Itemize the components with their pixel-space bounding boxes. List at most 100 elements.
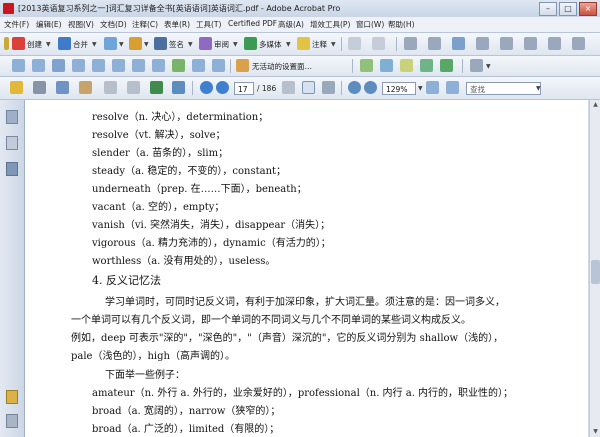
minimize-button[interactable]: – [539, 2, 557, 16]
email-icon[interactable] [56, 81, 69, 94]
menu-file[interactable]: 文件(F) [4, 19, 29, 30]
signatures-panel-icon[interactable] [6, 162, 18, 176]
menu-help[interactable]: 帮助(H) [388, 19, 415, 30]
scroll-up-icon[interactable]: ▲ [590, 100, 600, 110]
pages-panel-icon[interactable] [6, 110, 18, 124]
settings-panel-button[interactable]: 无活动的设置面… [252, 61, 312, 72]
paste-icon[interactable] [127, 81, 140, 94]
stamp-icon[interactable] [400, 59, 413, 72]
sign-pen-icon[interactable] [154, 37, 167, 50]
close-button[interactable]: × [579, 2, 597, 16]
select-text-icon[interactable] [282, 81, 295, 94]
open-folder-icon[interactable] [10, 81, 23, 94]
combo-field-icon[interactable] [92, 59, 105, 72]
scroll-down-icon[interactable]: ▼ [590, 427, 600, 437]
list-field-icon[interactable] [72, 59, 85, 72]
checkbox-field-icon[interactable] [32, 59, 45, 72]
menu-document[interactable]: 文档(D) [100, 19, 127, 30]
select-arrow-icon[interactable] [404, 37, 417, 50]
search-icon[interactable] [172, 81, 185, 94]
menu-forms[interactable]: 表单(R) [164, 19, 190, 30]
attachment-icon[interactable] [150, 81, 163, 94]
layer-icon[interactable] [420, 59, 433, 72]
multimedia-icon[interactable] [244, 37, 257, 50]
transform-icon[interactable] [452, 37, 465, 50]
menu-view[interactable]: 视图(V) [68, 19, 94, 30]
zoom-in-icon[interactable] [364, 81, 377, 94]
chevron-down-icon[interactable]: ▼ [536, 85, 541, 92]
attachments-panel-icon[interactable] [6, 414, 18, 428]
menu-comments[interactable]: 注释(C) [132, 19, 158, 30]
menu-edit[interactable]: 编辑(E) [36, 19, 62, 30]
copy-icon[interactable] [104, 81, 117, 94]
create-pdf-icon[interactable] [12, 37, 25, 50]
button-field-icon[interactable] [112, 59, 125, 72]
chevron-down-icon[interactable]: ▼ [92, 41, 97, 48]
vertical-scrollbar[interactable]: ▲ ▼ [589, 100, 600, 437]
maximize-button[interactable]: □ [559, 2, 577, 16]
chevron-down-icon[interactable]: ▼ [286, 41, 291, 48]
save-icon[interactable] [79, 81, 92, 94]
multimedia-button[interactable]: 多媒体 [259, 39, 282, 50]
chevron-down-icon[interactable]: ▼ [418, 85, 423, 92]
chevron-down-icon[interactable]: ▼ [144, 41, 149, 48]
vocab-entry: resolve（n. 决心），determination； [92, 112, 269, 123]
comments-panel-icon[interactable] [6, 390, 18, 404]
hand-tool-icon[interactable] [302, 81, 315, 94]
chevron-down-icon[interactable]: ▼ [46, 41, 51, 48]
bookmarks-panel-icon[interactable] [6, 136, 18, 150]
create-button[interactable]: 创建 [27, 39, 42, 50]
settings-panel-icon[interactable] [236, 59, 249, 72]
review-icon[interactable] [199, 37, 212, 50]
fit-page-icon[interactable] [426, 81, 439, 94]
scrollbar-thumb[interactable] [591, 260, 600, 284]
attach-icon[interactable] [380, 59, 393, 72]
preview-icon[interactable] [212, 59, 225, 72]
menu-certified-pdf[interactable]: Certified PDF [228, 19, 277, 28]
acrobat-app-icon [3, 3, 14, 14]
track-icon[interactable] [192, 59, 205, 72]
link-icon[interactable] [500, 37, 513, 50]
text-field-icon[interactable] [132, 59, 145, 72]
tools-icon[interactable] [440, 59, 453, 72]
chevron-down-icon[interactable]: ▼ [233, 41, 238, 48]
crop-icon[interactable] [476, 37, 489, 50]
signature-field-icon[interactable] [152, 59, 165, 72]
chevron-down-icon[interactable]: ▼ [331, 41, 336, 48]
touchup-icon[interactable] [524, 37, 537, 50]
zoom-tool-icon[interactable] [322, 81, 335, 94]
next-page-icon[interactable] [216, 81, 229, 94]
comment-button[interactable]: 注释 [312, 39, 327, 50]
chevron-down-icon[interactable]: ▼ [486, 63, 491, 70]
page-icon[interactable] [348, 37, 361, 50]
menu-tools[interactable]: 工具(T) [196, 19, 221, 30]
options-icon[interactable] [572, 37, 585, 50]
chevron-down-icon[interactable]: ▼ [188, 41, 193, 48]
page-number-input[interactable]: 17 [234, 82, 254, 95]
comment-icon[interactable] [297, 37, 310, 50]
combine-icon[interactable] [58, 37, 71, 50]
annotation-icon[interactable] [360, 59, 373, 72]
print-icon[interactable] [33, 81, 46, 94]
zoom-level-input[interactable]: 129% [382, 82, 416, 95]
chevron-down-icon[interactable]: ▼ [119, 41, 124, 48]
menu-plugins[interactable]: 增效工具(P) [310, 19, 350, 30]
fit-width-icon[interactable] [446, 81, 459, 94]
review-button[interactable]: 审阅 [214, 39, 229, 50]
previous-page-icon[interactable] [200, 81, 213, 94]
distribute-icon[interactable] [172, 59, 185, 72]
secure-lock-icon[interactable] [129, 37, 142, 50]
page-icon[interactable] [372, 37, 385, 50]
collaborate-icon[interactable] [104, 37, 117, 50]
search-input[interactable]: 查找 [466, 82, 541, 95]
more-tools-icon[interactable] [470, 59, 483, 72]
menu-advanced[interactable]: 高级(A) [278, 19, 304, 30]
radio-field-icon[interactable] [52, 59, 65, 72]
checkbox-field-icon[interactable] [12, 59, 25, 72]
hand-icon[interactable] [548, 37, 561, 50]
marquee-icon[interactable] [428, 37, 441, 50]
sign-button[interactable]: 签名 [169, 39, 184, 50]
menu-window[interactable]: 窗口(W) [356, 19, 384, 30]
combine-button[interactable]: 合并 [73, 39, 88, 50]
zoom-out-icon[interactable] [348, 81, 361, 94]
